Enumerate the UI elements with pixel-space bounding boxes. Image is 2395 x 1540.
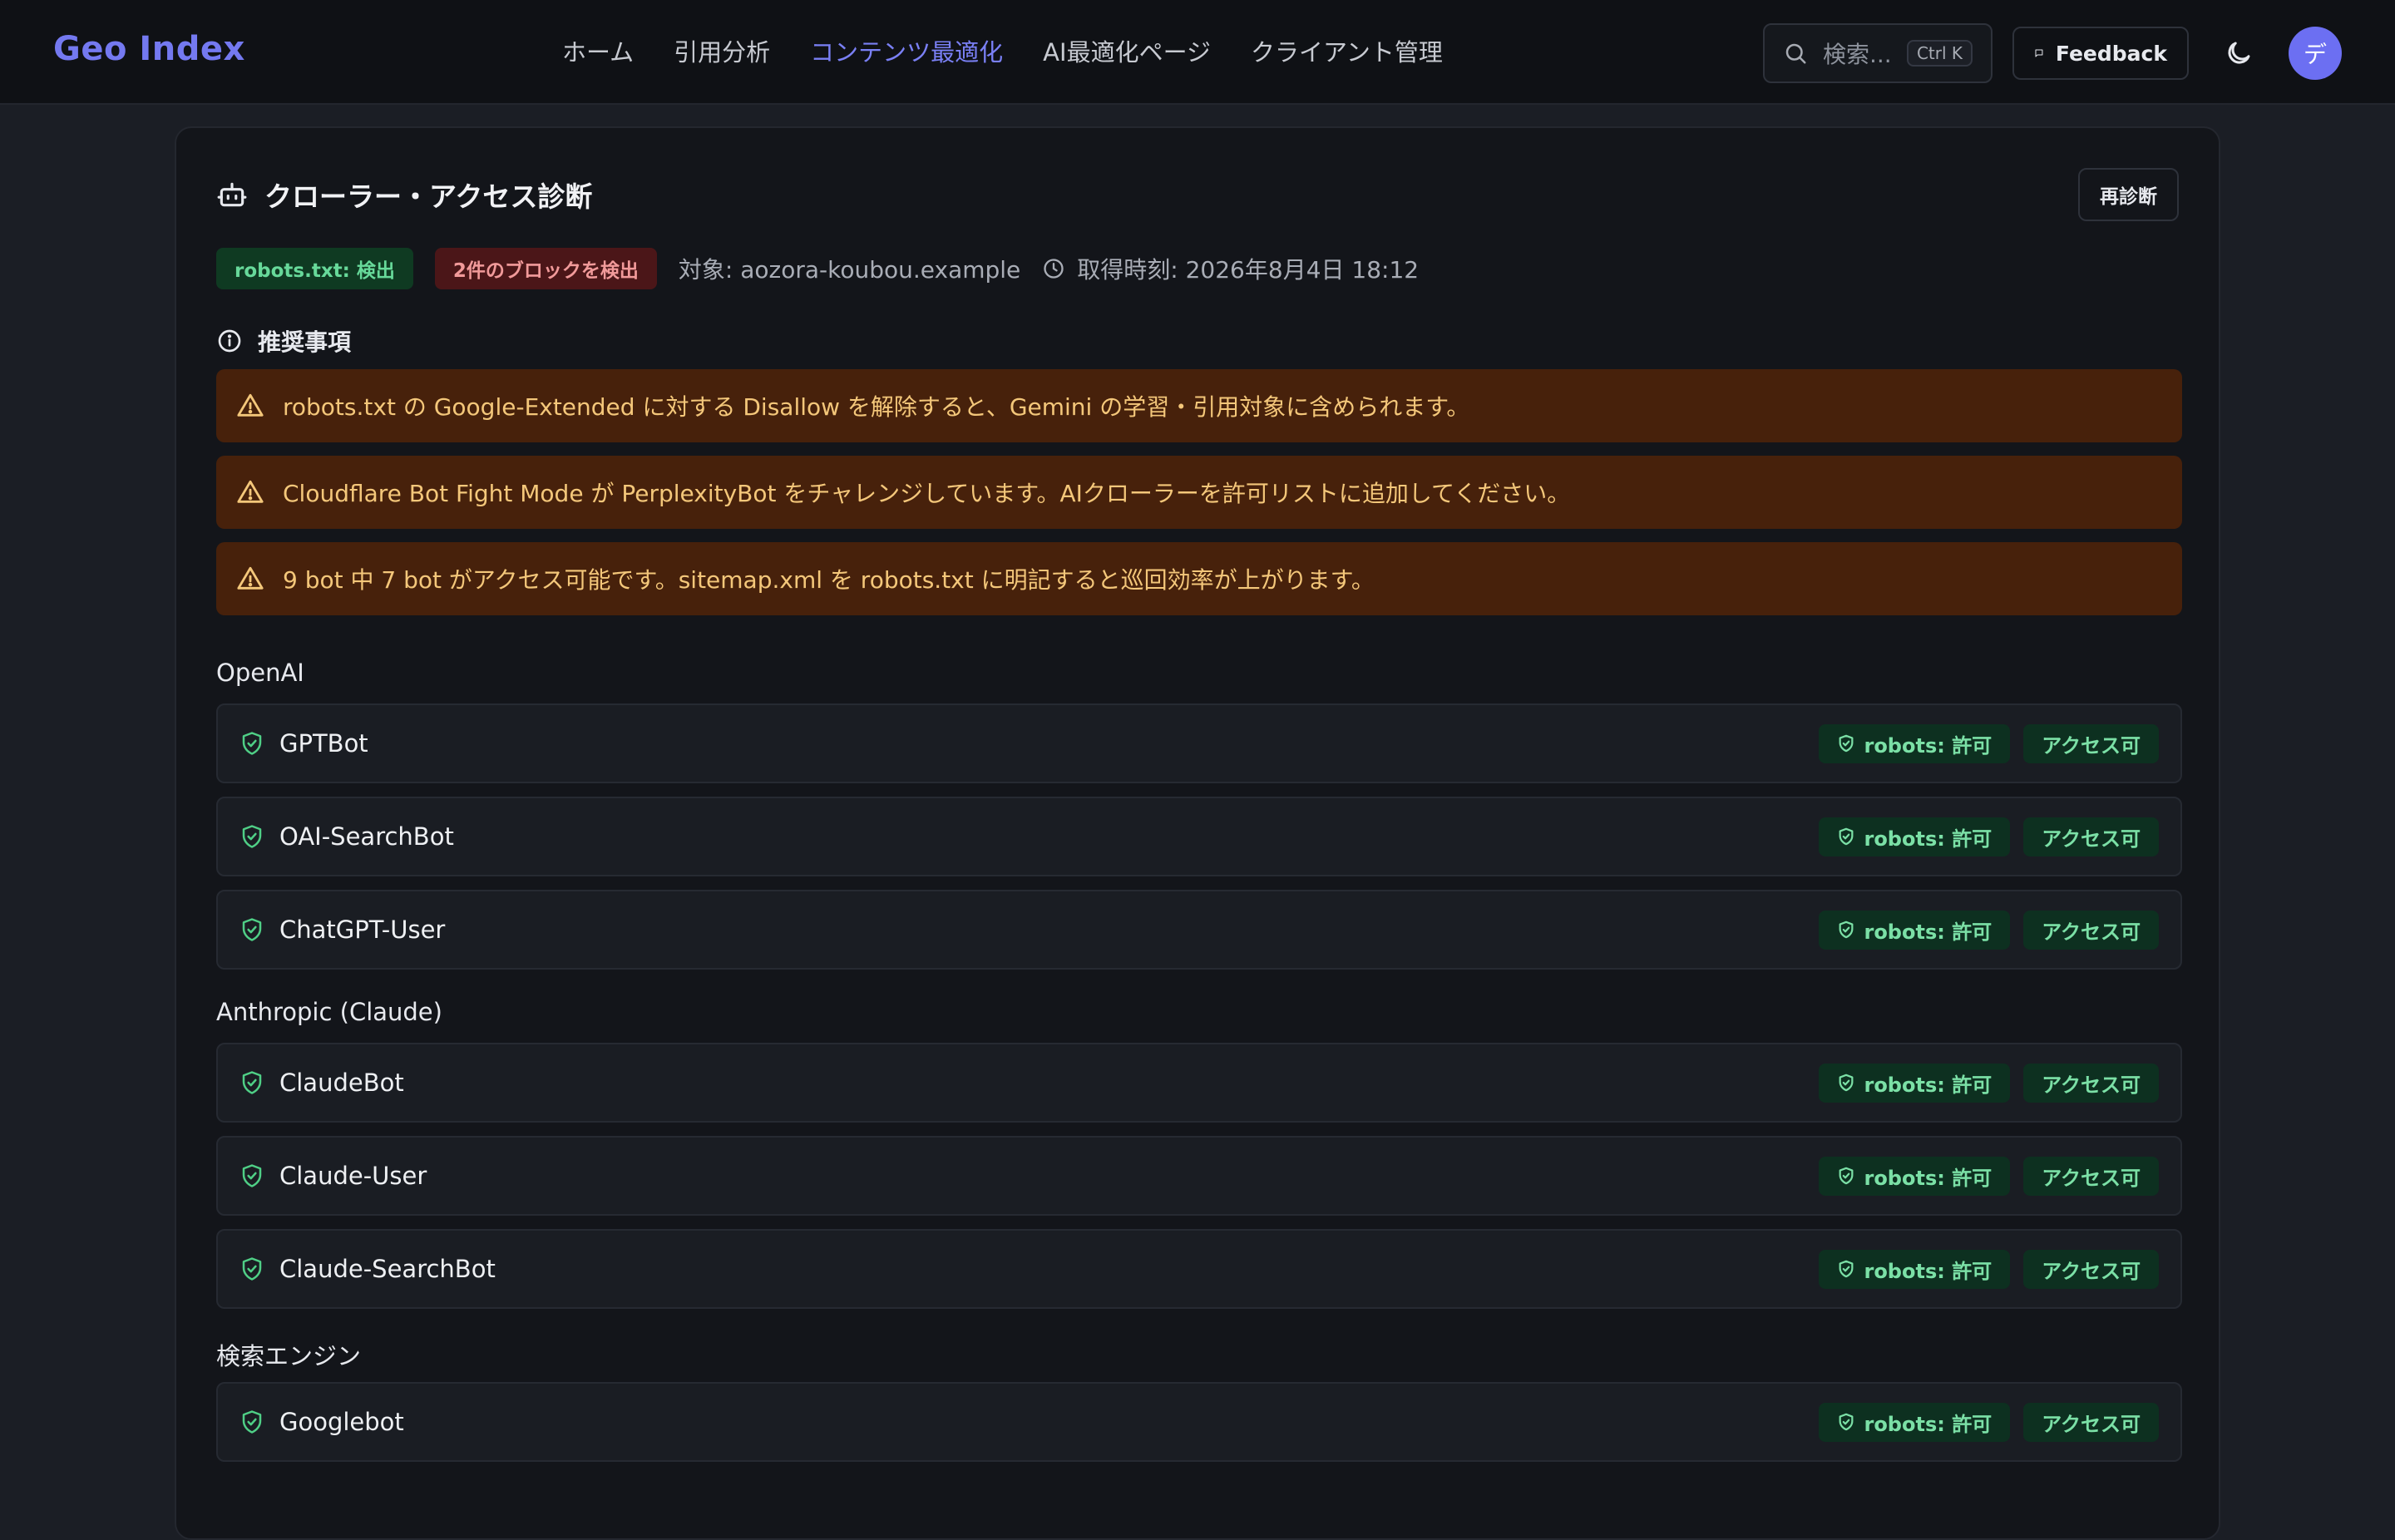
search-shortcut: Ctrl K xyxy=(1906,40,1973,67)
group-title-anthropic: Anthropic (Claude) xyxy=(216,998,442,1026)
warning-triangle-icon xyxy=(237,566,264,590)
bot-name: OAI-SearchBot xyxy=(279,822,454,851)
robots-status-badge: robots: 許可 xyxy=(1819,817,2011,856)
shield-check-icon xyxy=(242,1071,262,1094)
robots-detected-badge: robots.txt: 検出 xyxy=(216,248,413,289)
avatar[interactable]: デ xyxy=(2289,27,2342,80)
shield-check-icon xyxy=(1839,734,1854,753)
bot-status: robots: 許可 アクセス可 xyxy=(1819,817,2159,856)
robots-status-badge: robots: 許可 xyxy=(1819,1063,2011,1103)
crawler-diagnosis-card: クローラー・アクセス診断 再診断 robots.txt: 検出 2件のブロックを… xyxy=(175,126,2220,1540)
shield-check-icon xyxy=(242,1257,262,1281)
robots-status-badge: robots: 許可 xyxy=(1819,723,2011,763)
clock-icon xyxy=(1044,259,1064,279)
shield-check-icon xyxy=(1839,1167,1854,1185)
shield-check-icon xyxy=(242,1410,262,1434)
access-status-badge: アクセス可 xyxy=(2023,1063,2159,1103)
bot-status: robots: 許可 アクセス可 xyxy=(1819,1249,2159,1289)
shield-check-icon xyxy=(1839,1413,1854,1431)
robots-status-badge: robots: 許可 xyxy=(1819,910,2011,950)
recommendation-alert: 9 bot 中 7 bot がアクセス可能です。sitemap.xml を ro… xyxy=(216,542,2182,615)
shield-check-icon xyxy=(1839,1260,1854,1278)
feedback-button[interactable]: Feedback xyxy=(2012,27,2189,80)
recommendations-header: 推奨事項 xyxy=(216,324,351,358)
bot-name: ClaudeBot xyxy=(279,1069,404,1097)
recommendation-text: Cloudflare Bot Fight Mode が PerplexityBo… xyxy=(283,480,1571,507)
nav-item-content-optimization[interactable]: コンテンツ最適化 xyxy=(810,33,1003,68)
recommendation-alert: robots.txt の Google-Extended に対する Disall… xyxy=(216,369,2182,442)
access-status-badge: アクセス可 xyxy=(2023,723,2159,763)
moon-icon[interactable] xyxy=(2224,38,2254,68)
app-logo[interactable]: Geo Index xyxy=(53,30,245,68)
shield-check-icon xyxy=(242,732,262,755)
rediagnose-button[interactable]: 再診断 xyxy=(2078,168,2179,221)
bot-icon xyxy=(217,182,247,207)
bot-status: robots: 許可 アクセス可 xyxy=(1819,910,2159,950)
block-count-badge: 2件のブロックを検出 xyxy=(434,248,657,289)
top-bar: Geo Index ホーム 引用分析 コンテンツ最適化 AI最適化ページ クライ… xyxy=(0,0,2395,105)
recommendations-title: 推奨事項 xyxy=(258,328,352,356)
bot-status: robots: 許可 アクセス可 xyxy=(1819,723,2159,763)
message-square-icon xyxy=(2035,49,2043,57)
robots-status-badge: robots: 許可 xyxy=(1819,1249,2011,1289)
robots-status-badge: robots: 許可 xyxy=(1819,1402,2011,1442)
access-status-badge: アクセス可 xyxy=(2023,1249,2159,1289)
access-status-badge: アクセス可 xyxy=(2023,1156,2159,1196)
access-status-badge: アクセス可 xyxy=(2023,1402,2159,1442)
card-title: クローラー・アクセス診断 xyxy=(264,180,593,213)
recommendation-alert: Cloudflare Bot Fight Mode が PerplexityBo… xyxy=(216,456,2182,529)
bot-name: ChatGPT-User xyxy=(279,916,446,944)
nav-item-client-management[interactable]: クライアント管理 xyxy=(1251,33,1443,68)
bot-row-gptbot: GPTBot robots: 許可 アクセス可 xyxy=(216,703,2182,783)
group-title-search-engines: 検索エンジン xyxy=(216,1342,362,1370)
shield-check-icon xyxy=(1839,1074,1854,1092)
shield-check-icon xyxy=(242,825,262,848)
bot-status: robots: 許可 アクセス可 xyxy=(1819,1156,2159,1196)
feedback-label: Feedback xyxy=(2055,41,2167,66)
bot-row-claude-user: Claude-User robots: 許可 アクセス可 xyxy=(216,1136,2182,1216)
search-box[interactable]: 検索... Ctrl K xyxy=(1763,23,1993,83)
recommendation-text: 9 bot 中 7 bot がアクセス可能です。sitemap.xml を ro… xyxy=(283,566,1375,594)
bot-row-chatgpt-user: ChatGPT-User robots: 許可 アクセス可 xyxy=(216,890,2182,970)
card-header: クローラー・アクセス診断 xyxy=(216,175,592,215)
access-status-badge: アクセス可 xyxy=(2023,910,2159,950)
fetched-time: 取得時刻: 2026年8月4日 18:12 xyxy=(1042,252,1419,285)
shield-check-icon xyxy=(1839,827,1854,846)
fetched-time-label: 取得時刻: 2026年8月4日 18:12 xyxy=(1077,256,1420,284)
robots-status-badge: robots: 許可 xyxy=(1819,1156,2011,1196)
info-icon xyxy=(218,329,241,353)
shield-check-icon xyxy=(242,1164,262,1187)
nav-item-citation-analysis[interactable]: 引用分析 xyxy=(674,33,770,68)
bot-row-oai-searchbot: OAI-SearchBot robots: 許可 アクセス可 xyxy=(216,797,2182,876)
search-icon xyxy=(1785,43,1806,64)
warning-triangle-icon xyxy=(237,393,264,417)
bot-name: Claude-User xyxy=(279,1162,427,1190)
main-nav: ホーム 引用分析 コンテンツ最適化 AI最適化ページ クライアント管理 xyxy=(562,33,1443,68)
warning-triangle-icon xyxy=(237,480,264,503)
bot-row-claude-searchbot: Claude-SearchBot robots: 許可 アクセス可 xyxy=(216,1229,2182,1309)
search-placeholder: 検索... xyxy=(1823,41,1892,68)
bot-row-claudebot: ClaudeBot robots: 許可 アクセス可 xyxy=(216,1043,2182,1123)
group-title-openai: OpenAI xyxy=(216,659,304,687)
bot-name: GPTBot xyxy=(279,729,368,758)
bot-row-googlebot: Googlebot robots: 許可 アクセス可 xyxy=(216,1382,2182,1462)
meta-row: robots.txt: 検出 2件のブロックを検出 対象: aozora-kou… xyxy=(216,248,1419,289)
bot-name: Claude-SearchBot xyxy=(279,1255,496,1283)
access-status-badge: アクセス可 xyxy=(2023,817,2159,856)
target-domain: 対象: aozora-koubou.example xyxy=(678,256,1021,284)
shield-check-icon xyxy=(242,918,262,941)
nav-item-home[interactable]: ホーム xyxy=(562,33,634,68)
shield-check-icon xyxy=(1839,921,1854,939)
nav-item-ai-optimized-pages[interactable]: AI最適化ページ xyxy=(1043,33,1211,68)
bot-status: robots: 許可 アクセス可 xyxy=(1819,1063,2159,1103)
bot-name: Googlebot xyxy=(279,1408,404,1436)
recommendation-text: robots.txt の Google-Extended に対する Disall… xyxy=(283,393,1470,421)
bot-status: robots: 許可 アクセス可 xyxy=(1819,1402,2159,1442)
